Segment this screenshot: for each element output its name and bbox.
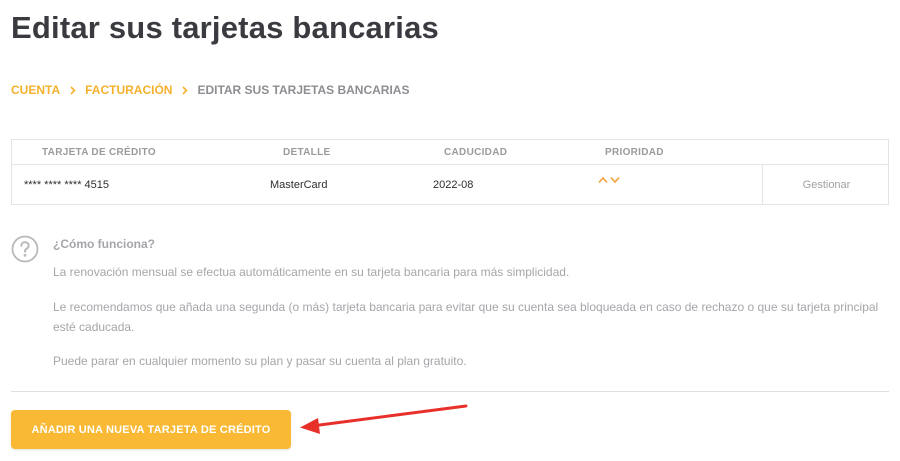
breadcrumb: CUENTA FACTURACIÓN EDITAR SUS TARJETAS B… [11,82,409,98]
column-header-expiry: CADUCIDAD [444,147,508,158]
manage-card-button[interactable]: Gestionar [762,165,890,205]
help-title: ¿Cómo funciona? [53,237,155,251]
column-header-card: TARJETA DE CRÉDITO [42,147,156,158]
column-header-priority: PRIORIDAD [605,147,664,158]
chevron-right-icon [70,85,76,95]
help-paragraph: La renovación mensual se efectua automát… [53,265,570,279]
divider [11,391,889,392]
chevron-down-icon[interactable] [610,176,620,184]
chevron-right-icon [182,85,189,95]
breadcrumb-current: EDITAR SUS TARJETAS BANCARIAS [197,83,410,97]
table-row: **** **** **** 4515 MasterCard 2022-08 G… [12,165,888,205]
question-circle-icon [11,235,39,263]
annotation-arrow-icon [300,404,468,434]
card-number: **** **** **** 4515 [24,179,110,191]
page-title: Editar sus tarjetas bancarias [11,10,439,45]
column-header-detail: DETALLE [283,147,331,158]
help-paragraph: Le recomendamos que añada una segunda (o… [53,300,879,334]
chevron-up-icon[interactable] [598,176,608,184]
breadcrumb-link-facturacion[interactable]: FACTURACIÓN [85,82,172,98]
table-header: TARJETA DE CRÉDITO DETALLE CADUCIDAD PRI… [12,140,888,165]
add-credit-card-button[interactable]: AÑADIR UNA NUEVA TARJETA DE CRÉDITO [11,410,291,449]
credit-cards-table: TARJETA DE CRÉDITO DETALLE CADUCIDAD PRI… [11,139,889,205]
card-detail: MasterCard [270,179,328,191]
card-expiry: 2022-08 [433,179,474,191]
priority-controls [598,176,620,184]
breadcrumb-link-cuenta[interactable]: CUENTA [11,82,60,98]
help-paragraph: Puede parar en cualquier momento su plan… [53,354,467,368]
